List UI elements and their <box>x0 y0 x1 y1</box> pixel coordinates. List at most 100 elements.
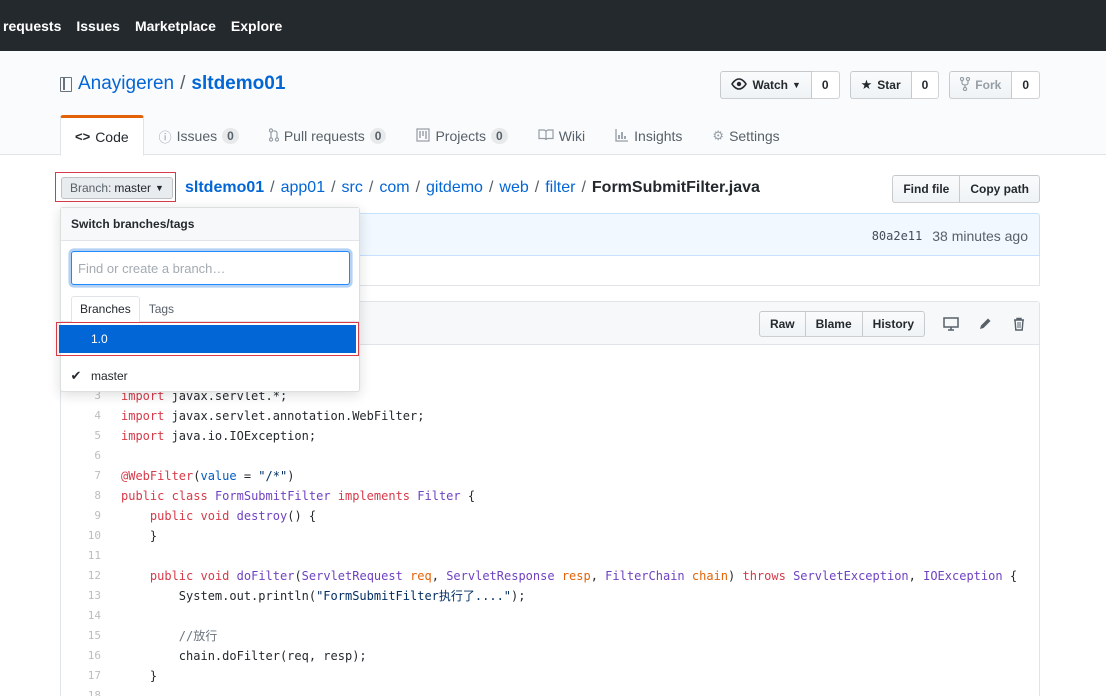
branch-filter-input[interactable] <box>71 251 350 285</box>
commit-sha[interactable]: 80a2e11 <box>872 228 923 244</box>
branch-value: master <box>114 181 152 195</box>
issue-icon: ⓘ <box>158 129 172 145</box>
tab-wiki[interactable]: Wiki <box>523 115 600 155</box>
pencil-icon[interactable] <box>977 316 993 332</box>
desktop-icon[interactable] <box>943 316 959 332</box>
watch-count[interactable]: 0 <box>811 71 840 99</box>
file-actions: Raw Blame History <box>758 311 1027 337</box>
tab-settings[interactable]: ⚙ Settings <box>697 115 794 155</box>
repo-book-icon <box>60 76 72 92</box>
commit-time: 38 minutes ago <box>932 228 1028 244</box>
code-text: @WebFilter(value = "/*") <box>121 469 295 483</box>
nav-issues[interactable]: Issues <box>76 18 120 34</box>
code-line: 6 <box>61 446 1039 466</box>
tab-code[interactable]: <> Code <box>60 115 144 156</box>
line-number[interactable]: 11 <box>61 546 101 566</box>
history-button[interactable]: History <box>862 311 925 337</box>
line-number[interactable]: 14 <box>61 606 101 626</box>
code-line: 12 public void doFilter(ServletRequest r… <box>61 566 1039 586</box>
tab-tags[interactable]: Tags <box>140 296 183 322</box>
branch-item-master[interactable]: ✔ master <box>61 363 359 389</box>
star-button[interactable]: ★ Star <box>849 71 912 99</box>
caret-down-icon: ▼ <box>155 183 164 193</box>
repo-name-link[interactable]: sltdemo01 <box>191 73 285 95</box>
code-line: 13 System.out.println("FormSubmitFilter执… <box>61 586 1039 606</box>
breadcrumb-item[interactable]: web <box>499 179 528 197</box>
code-text: System.out.println("FormSubmitFilter执行了.… <box>121 589 526 603</box>
branch-label: Branch: <box>70 181 112 195</box>
branch-select-highlight: Branch: master ▼ <box>55 172 176 202</box>
dropdown-tabs: Branches Tags <box>61 296 359 323</box>
line-number[interactable]: 12 <box>61 566 101 586</box>
find-file-button[interactable]: Find file <box>892 175 961 203</box>
line-number[interactable]: 18 <box>61 686 101 696</box>
breadcrumb-item[interactable]: com <box>379 179 409 197</box>
breadcrumb-separator: / <box>331 179 336 196</box>
line-number[interactable]: 4 <box>61 406 101 426</box>
breadcrumb-item[interactable]: app01 <box>281 179 326 197</box>
breadcrumb-item[interactable]: filter <box>545 179 575 197</box>
branch-item-label: master <box>91 369 128 383</box>
tab-issues-label: Issues <box>176 128 218 144</box>
code-text: import java.io.IOException; <box>121 429 317 443</box>
tab-pull-requests[interactable]: Pull requests 0 <box>254 115 402 155</box>
graph-icon <box>615 128 629 145</box>
fork-button[interactable]: Fork <box>949 71 1013 99</box>
nav-marketplace[interactable]: Marketplace <box>135 18 216 34</box>
star-icon: ★ <box>860 77 873 92</box>
caret-down-icon: ▼ <box>792 80 801 90</box>
tab-insights[interactable]: Insights <box>600 115 697 155</box>
breadcrumb-separator: / <box>581 179 586 196</box>
repo-owner-link[interactable]: Anayigeren <box>78 73 174 95</box>
tab-insights-label: Insights <box>634 128 683 144</box>
repo-header: Anayigeren / sltdemo01 Watch ▼ 0 ★ Star … <box>0 51 1106 156</box>
star-count[interactable]: 0 <box>911 71 940 99</box>
commit-meta: 80a2e11 38 minutes ago <box>872 228 1028 244</box>
star-label: Star <box>877 78 901 92</box>
eye-icon <box>731 77 748 93</box>
branch-select-button[interactable]: Branch: master ▼ <box>61 177 173 199</box>
pulls-counter: 0 <box>369 128 387 144</box>
code-line: 4 import javax.servlet.annotation.WebFilt… <box>61 406 1039 426</box>
line-number[interactable]: 10 <box>61 526 101 546</box>
line-number[interactable]: 5 <box>61 426 101 446</box>
branch-item-highlight: 1.0 <box>56 322 359 356</box>
breadcrumb-item[interactable]: gitdemo <box>426 179 483 197</box>
file-view-buttons: Raw Blame History <box>758 311 925 337</box>
line-number[interactable]: 8 <box>61 486 101 506</box>
pull-request-icon <box>268 127 280 145</box>
breadcrumb-root[interactable]: sltdemo01 <box>185 179 264 197</box>
blame-button[interactable]: Blame <box>805 311 863 337</box>
branch-item-1-0[interactable]: 1.0 <box>59 325 356 353</box>
line-number[interactable]: 16 <box>61 646 101 666</box>
tab-settings-label: Settings <box>729 128 780 144</box>
line-number[interactable]: 7 <box>61 466 101 486</box>
copy-path-button[interactable]: Copy path <box>960 175 1040 203</box>
tab-issues[interactable]: ⓘ Issues 0 <box>144 115 254 155</box>
nav-pull-requests[interactable]: requests <box>3 18 61 34</box>
line-number[interactable]: 17 <box>61 666 101 686</box>
line-number[interactable]: 6 <box>61 446 101 466</box>
watch-button[interactable]: Watch ▼ <box>720 71 812 99</box>
code-line: 7 @WebFilter(value = "/*") <box>61 466 1039 486</box>
fork-count[interactable]: 0 <box>1012 71 1040 99</box>
line-number[interactable]: 13 <box>61 586 101 606</box>
raw-button[interactable]: Raw <box>758 311 806 337</box>
breadcrumb-separator: / <box>534 179 540 196</box>
tab-pulls-label: Pull requests <box>283 128 365 144</box>
code-line: 10 } <box>61 526 1039 546</box>
trash-icon[interactable] <box>1011 316 1027 332</box>
code-line: 11 <box>61 546 1039 566</box>
line-number[interactable]: 9 <box>61 506 101 526</box>
repo-title: Anayigeren / sltdemo01 <box>60 73 285 95</box>
watch-group: Watch ▼ 0 <box>720 71 840 99</box>
code-text: public void destroy() { <box>149 509 317 523</box>
nav-explore[interactable]: Explore <box>231 18 282 34</box>
code-line: 5 import java.io.IOException; <box>61 426 1039 446</box>
breadcrumb-item[interactable]: src <box>342 179 363 197</box>
line-number[interactable]: 15 <box>61 626 101 646</box>
tab-projects[interactable]: Projects 0 <box>401 115 522 155</box>
breadcrumb-separator: / <box>368 179 374 196</box>
tab-branches[interactable]: Branches <box>71 296 140 323</box>
